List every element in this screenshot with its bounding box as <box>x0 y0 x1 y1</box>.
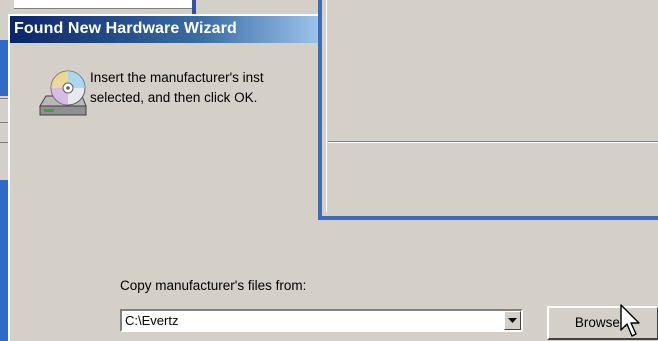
window-title: Found New Hardware Wizard <box>14 20 237 37</box>
mouse-pointer-icon <box>620 304 640 337</box>
dropdown-button[interactable] <box>504 311 521 330</box>
dialog-body <box>326 0 658 212</box>
copy-from-path-value[interactable]: C:\Evertz <box>125 313 178 328</box>
background-window-top <box>0 0 322 14</box>
background-window-strip <box>14 0 192 9</box>
copy-from-path-combobox[interactable]: C:\Evertz <box>120 309 523 332</box>
background-window-edge <box>192 0 196 14</box>
copy-from-label: Copy manufacturer's files from: <box>120 278 307 293</box>
dialog-separator-highlight <box>328 142 658 143</box>
instruction-text: Insert the manufacturer's inst selected,… <box>90 68 330 108</box>
overlapping-dialog <box>318 0 658 220</box>
instruction-line-1: Insert the manufacturer's inst <box>90 70 264 85</box>
chevron-down-icon <box>508 317 517 323</box>
cd-drive-icon <box>39 70 87 116</box>
instruction-line-2: selected, and then click OK. <box>90 90 258 105</box>
title-bar[interactable]: Found New Hardware Wizard <box>10 16 330 43</box>
